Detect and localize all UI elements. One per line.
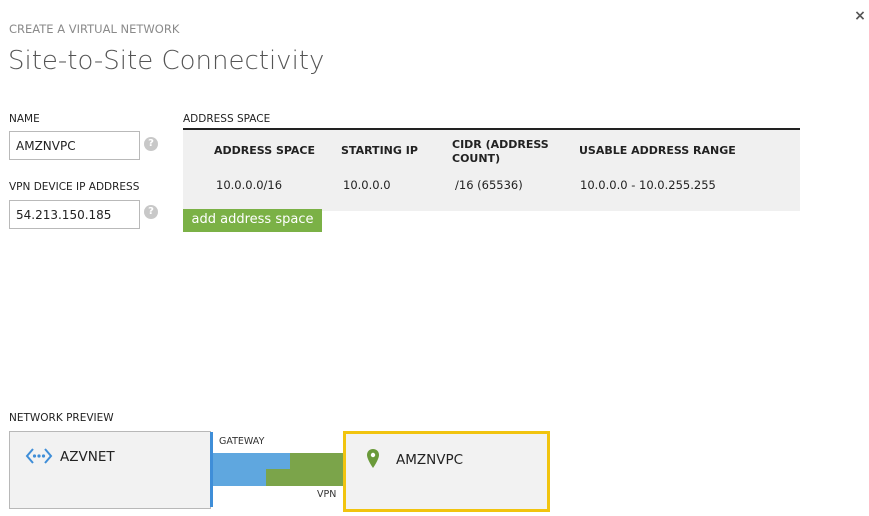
dialog-subtitle: CREATE A VIRTUAL NETWORK (9, 22, 180, 36)
local-network-name: AZVNET (60, 449, 115, 465)
virtual-network-icon (25, 448, 53, 464)
table-cell: /16 (65536) (455, 178, 523, 192)
vpn-device-ip-input[interactable] (9, 200, 140, 229)
network-preview-label: NETWORK PREVIEW (9, 412, 114, 424)
column-header: CIDR (ADDRESS COUNT) (452, 138, 549, 165)
table-cell: 10.0.0.0 - 10.0.255.255 (580, 178, 716, 192)
remote-network-tile[interactable] (343, 431, 550, 512)
table-cell: 10.0.0.0/16 (216, 178, 283, 192)
table-cell: 10.0.0.0 (343, 178, 391, 192)
column-header: USABLE ADDRESS RANGE (579, 144, 736, 157)
vpn-device-ip-label: VPN DEVICE IP ADDRESS (9, 181, 140, 193)
address-space-title: ADDRESS SPACE (183, 113, 271, 125)
add-address-space-button[interactable]: add address space (183, 209, 322, 232)
name-input[interactable] (9, 131, 140, 160)
remote-network-name: AMZNVPC (396, 452, 464, 468)
gateway-label: GATEWAY (219, 436, 265, 447)
vpn-connector (266, 469, 346, 486)
column-header: ADDRESS SPACE (214, 144, 316, 157)
local-network-tile[interactable] (9, 431, 211, 509)
close-button[interactable]: × (852, 7, 868, 25)
help-icon[interactable]: ? (144, 205, 158, 219)
page-title: Site-to-Site Connectivity (8, 46, 325, 76)
address-space-table: ADDRESS SPACE STARTING IP CIDR (ADDRESS … (183, 128, 800, 211)
help-icon[interactable]: ? (144, 137, 158, 151)
vpn-connector (290, 453, 346, 469)
vpn-label: VPN (317, 489, 337, 500)
name-label: NAME (9, 113, 40, 125)
column-header: STARTING IP (341, 144, 418, 157)
location-pin-icon (367, 449, 379, 468)
